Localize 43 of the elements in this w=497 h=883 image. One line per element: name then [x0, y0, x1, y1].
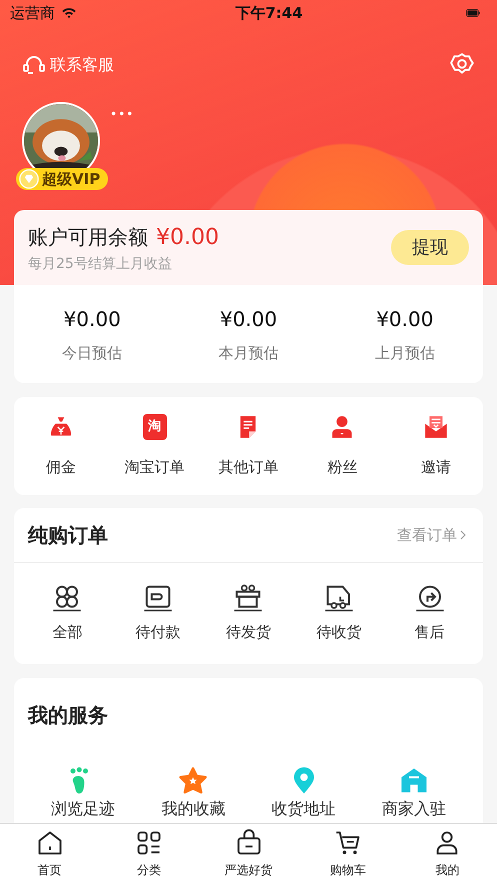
service-item[interactable]: 商家入驻 [358, 766, 469, 818]
order-status-item[interactable]: 待发货 [203, 563, 294, 663]
grid-icon [135, 828, 164, 856]
estimate-value: ¥0.00 [218, 306, 278, 333]
cart-icon [334, 828, 362, 856]
shopping-bag-icon [234, 828, 263, 856]
tab-bar-item[interactable]: 购物车 [298, 828, 398, 878]
order-status-item[interactable]: 待收货 [294, 563, 384, 663]
gift-icon [233, 582, 264, 613]
shortcut-item[interactable]: 其他订单 [202, 397, 296, 495]
withdraw-button[interactable]: 提现 [391, 230, 469, 265]
shortcut-item[interactable]: 佣金 [14, 397, 108, 495]
shortcut-item[interactable]: 粉丝 [295, 397, 390, 495]
estimate-label: 本月预估 [217, 342, 280, 364]
service-item[interactable]: 浏览足迹 [28, 766, 138, 818]
shortcut-item[interactable]: 邀请 [389, 397, 483, 495]
star-icon [178, 766, 208, 796]
balance-amount: ¥0.00 [156, 224, 219, 252]
tab-bar-item[interactable]: 分类 [99, 828, 199, 878]
settlement-note: 每月25号结算上月收益 [28, 254, 173, 274]
section-title: 我的服务 [28, 702, 109, 729]
envelope-icon [423, 414, 450, 440]
estimate-label: 上月预估 [374, 342, 436, 364]
order-status-item[interactable]: 待付款 [112, 563, 204, 663]
carrier-label: 运营商 [10, 2, 55, 24]
vip-badge: 超级VIP [16, 168, 108, 190]
home-icon [36, 828, 64, 856]
estimate-value: ¥0.00 [62, 306, 122, 333]
section-title: 纯购订单 [28, 522, 108, 549]
tab-bar-item[interactable]: 我的 [398, 828, 497, 878]
clock-time: 下午7:44 [234, 2, 304, 24]
service-item[interactable]: 收货地址 [248, 766, 359, 818]
shortcut-item[interactable]: 淘 淘宝订单 [108, 397, 202, 495]
tab-bar-item[interactable]: 严选好货 [198, 828, 298, 878]
balance-label: 账户可用余额 [28, 224, 148, 250]
shopping-tag-icon: 淘 [142, 414, 167, 440]
service-item[interactable]: 我的收藏 [138, 766, 248, 818]
headset-icon [22, 53, 46, 77]
estimate-label: 今日预估 [61, 342, 124, 364]
tab-bar-item[interactable]: 首页 [0, 828, 100, 878]
estimate-value: ¥0.00 [375, 306, 434, 333]
order-status-item[interactable]: 全部 [22, 563, 113, 663]
order-status-item[interactable]: 售后 [384, 563, 475, 663]
